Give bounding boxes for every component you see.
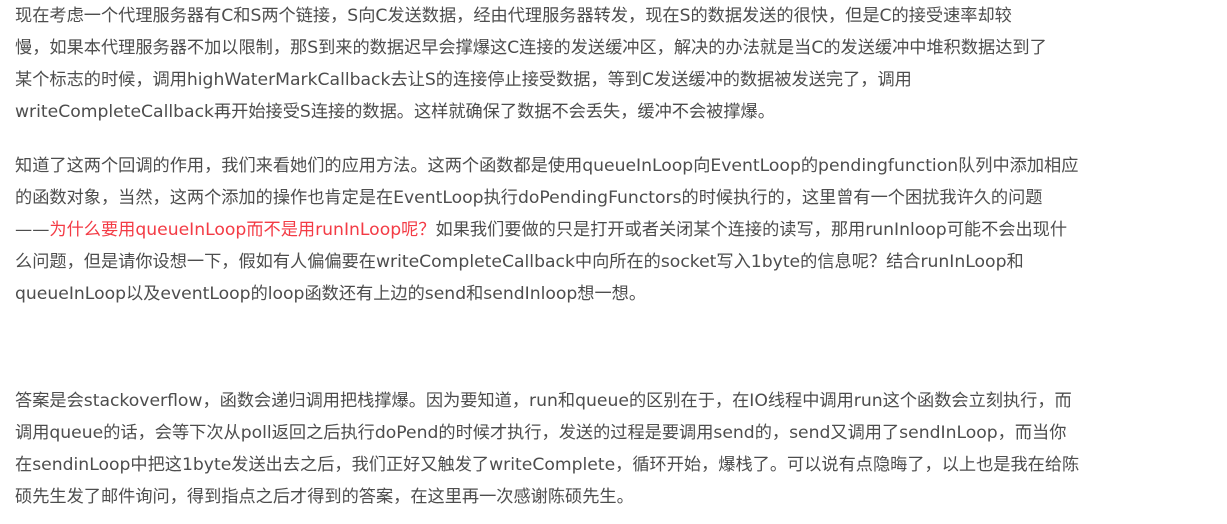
text-line: 慢，如果本代理服务器不加以限制，那S到来的数据迟早会撑爆这C连接的发送缓冲区，解… <box>15 38 1047 58</box>
text-line: 硕先生发了邮件询问，得到指点之后才得到的答案，在这里再一次感谢陈硕先生。 <box>15 487 634 507</box>
text-line: writeCompleteCallback再开始接受S连接的数据。这样就确保了数… <box>15 102 775 122</box>
text-line: 在sendinLoop中把这1byte发送出去之后，我们正好又触发了writeC… <box>15 455 1080 475</box>
text-line: 某个标志的时候，调用highWaterMarkCallback去让S的连接停止接… <box>15 70 912 90</box>
text-line: 现在考虑一个代理服务器有C和S两个链接，S向C发送数据，经由代理服务器转发，现在… <box>15 6 1012 26</box>
paragraph-answer: 答案是会stackoverflow，函数会递归调用把栈撑爆。因为要知道，run和… <box>15 385 1221 513</box>
text-line: queueInLoop以及eventLoop的loop函数还有上边的send和s… <box>15 284 647 304</box>
text-line: 的函数对象，当然，这两个添加的操作也肯定是在EventLoop执行doPendi… <box>15 188 1043 208</box>
text-line: 知道了这两个回调的作用，我们来看她们的应用方法。这两个函数都是使用queueIn… <box>15 156 1079 176</box>
paragraph-proxy-explanation: 现在考虑一个代理服务器有C和S两个链接，S向C发送数据，经由代理服务器转发，现在… <box>15 0 1221 128</box>
highlighted-question: 为什么要用queueInLoop而不是用runInLoop呢？ <box>49 220 436 240</box>
paragraph-callback-usage: 知道了这两个回调的作用，我们来看她们的应用方法。这两个函数都是使用queueIn… <box>15 150 1221 310</box>
em-dash: —— <box>15 220 50 240</box>
article-body: 现在考虑一个代理服务器有C和S两个链接，S向C发送数据，经由代理服务器转发，现在… <box>0 0 1227 524</box>
text-line: 么问题，但是请你设想一下，假如有人偏偏要在writeCompleteCallba… <box>15 252 1024 272</box>
text-line: 答案是会stackoverflow，函数会递归调用把栈撑爆。因为要知道，run和… <box>15 391 1072 411</box>
text-line-with-question: ——为什么要用queueInLoop而不是用runInLoop呢？如果我们要做的… <box>15 214 1221 246</box>
text-fragment: 如果我们要做的只是打开或者关闭某个连接的读写，那用runInloop可能不会出现… <box>435 220 1068 240</box>
text-line: 调用queue的话，会等下次从poll返回之后执行doPend的时候才执行，发送… <box>15 423 1067 443</box>
